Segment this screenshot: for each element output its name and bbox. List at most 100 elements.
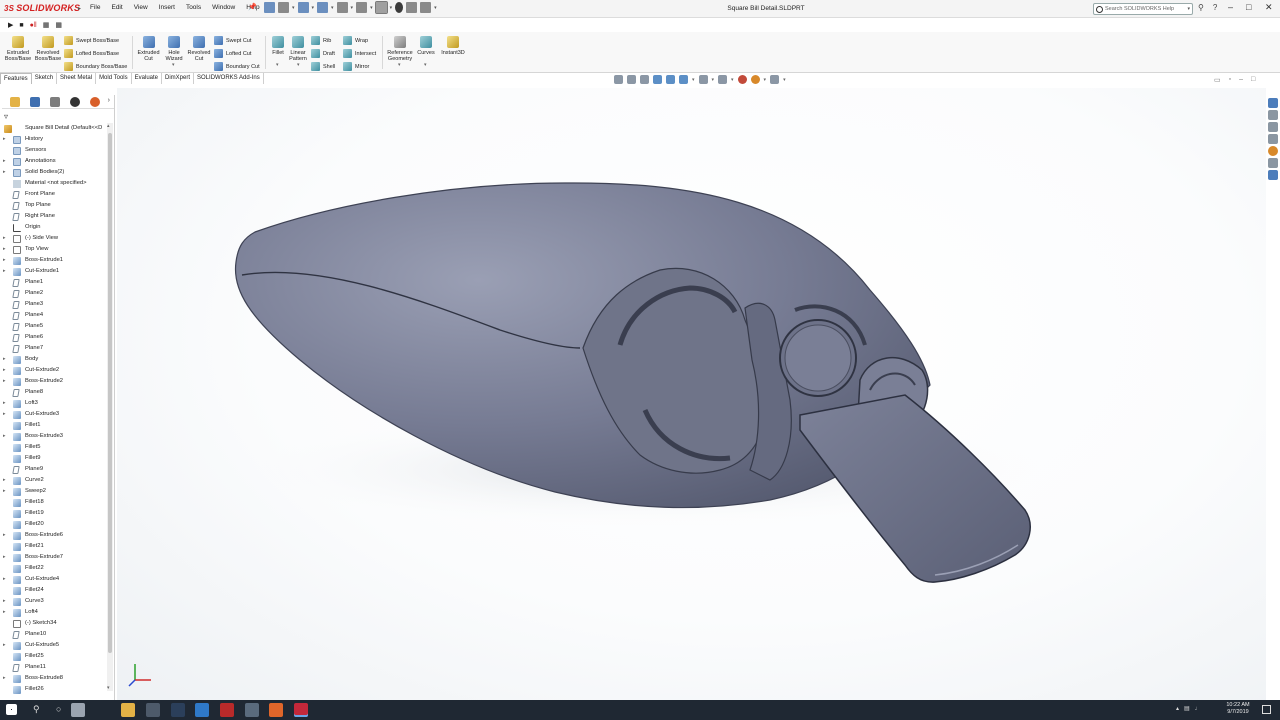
chevron-down-icon[interactable]: ▾: [390, 5, 393, 11]
draft-button[interactable]: Draft: [311, 49, 335, 58]
minimize-document-icon[interactable]: –: [1239, 76, 1243, 84]
calculator-icon[interactable]: [146, 703, 160, 717]
tree-item-top-view[interactable]: ▸ Top View: [0, 244, 106, 255]
appearances-scenes-icon[interactable]: [1268, 146, 1278, 156]
tree-item-plane7[interactable]: Plane7: [0, 343, 106, 354]
file-explorer-icon[interactable]: [1268, 122, 1278, 132]
tab-evaluate[interactable]: Evaluate: [132, 73, 162, 84]
action-center-icon[interactable]: [1262, 705, 1271, 714]
lofted-boss-base-button[interactable]: Lofted Boss/Base: [64, 49, 119, 58]
configuration-manager-tab-icon[interactable]: [50, 97, 60, 107]
curves-button[interactable]: Curves: [415, 36, 437, 56]
tree-item-front-plane[interactable]: Front Plane: [0, 189, 106, 200]
expand-arrow-icon[interactable]: ▸: [3, 431, 6, 442]
tab-dimxpert[interactable]: DimXpert: [162, 73, 195, 84]
menu-insert[interactable]: Insert: [159, 4, 175, 11]
chevron-down-icon[interactable]: ▾: [783, 77, 786, 83]
extruded-cut-button[interactable]: Extruded Cut: [135, 36, 162, 62]
search-icon[interactable]: ⚲: [33, 704, 40, 715]
tree-item-plane3[interactable]: Plane3: [0, 299, 106, 310]
chevron-down-icon[interactable]: ▾: [297, 62, 300, 68]
tab-sheet-metal[interactable]: Sheet Metal: [57, 73, 97, 84]
tree-item-cut-extrude1[interactable]: ▸ Cut-Extrude1: [0, 266, 106, 277]
tree-item-fillet25[interactable]: Fillet25: [0, 651, 106, 662]
expand-arrow-icon[interactable]: ▸: [3, 475, 6, 486]
tree-item-body[interactable]: ▸ Body: [0, 354, 106, 365]
open-folder-icon[interactable]: [297, 2, 309, 13]
view-orientation-icon[interactable]: [679, 75, 688, 84]
expand-arrow-icon[interactable]: ▸: [3, 530, 6, 541]
chevron-down-icon[interactable]: ▾: [424, 62, 427, 68]
home-icon[interactable]: [264, 2, 275, 13]
expand-arrow-icon[interactable]: ▸: [3, 233, 6, 244]
solidworks-logo[interactable]: 3S SOLIDWORKS: [4, 3, 80, 13]
tree-item-plane1[interactable]: Plane1: [0, 277, 106, 288]
display-manager-tab-icon[interactable]: [90, 97, 100, 107]
display-style-icon[interactable]: [698, 75, 708, 84]
tree-item-history[interactable]: ▸ History: [0, 134, 106, 145]
swept-boss-base-button[interactable]: Swept Boss/Base: [64, 36, 119, 45]
menu-tools[interactable]: Tools: [186, 4, 201, 11]
tree-item-fillet1[interactable]: Fillet1: [0, 420, 106, 431]
hole-wizard-button[interactable]: Hole Wizard: [162, 36, 186, 62]
expand-arrow-icon[interactable]: ▸: [3, 376, 6, 387]
tree-item-sketch34[interactable]: (-) Sketch34: [0, 618, 106, 629]
search-help-field[interactable]: Search SOLIDWORKS Help ▾: [1093, 3, 1193, 15]
tree-item-plane6[interactable]: Plane6: [0, 332, 106, 343]
lure-3d-model[interactable]: [117, 88, 1266, 700]
scroll-up-icon[interactable]: ▴: [107, 123, 110, 129]
chevron-down-icon[interactable]: ▾: [331, 5, 334, 11]
macro-edit-icon[interactable]: ▦: [43, 21, 50, 29]
task-view-icon[interactable]: [71, 703, 85, 717]
chevron-down-icon[interactable]: ▾: [764, 77, 767, 83]
tree-item-fillet20[interactable]: Fillet20: [0, 519, 106, 530]
solidworks-resources-icon[interactable]: [1268, 98, 1278, 108]
zoom-to-area-icon[interactable]: [627, 75, 636, 84]
graphics-area[interactable]: [117, 88, 1266, 700]
snip-icon[interactable]: [195, 703, 209, 717]
minimize-window-button[interactable]: –: [1228, 2, 1233, 12]
tree-item-loft4[interactable]: ▸ Loft4: [0, 607, 106, 618]
expand-arrow-icon[interactable]: ▸: [3, 596, 6, 607]
chevron-down-icon[interactable]: ▾: [351, 5, 354, 11]
expand-arrow-icon[interactable]: ▸: [3, 134, 6, 145]
tree-item-right-plane[interactable]: Right Plane: [0, 211, 106, 222]
scrollbar-thumb[interactable]: [108, 133, 112, 653]
tree-item-cut-extrude2[interactable]: ▸ Cut-Extrude2: [0, 365, 106, 376]
chevron-down-icon[interactable]: ▾: [292, 5, 295, 11]
revolved-boss-base-button[interactable]: Revolved Boss/Base: [34, 36, 62, 62]
expand-arrow-icon[interactable]: ▸: [3, 640, 6, 651]
tree-item-plane2[interactable]: Plane2: [0, 288, 106, 299]
solidworks-icon[interactable]: [294, 703, 308, 717]
chevron-down-icon[interactable]: ▾: [731, 77, 734, 83]
show-hidden-icons-icon[interactable]: ▴: [1176, 705, 1179, 712]
tree-item-sweep2[interactable]: ▸ Sweep2: [0, 486, 106, 497]
menu-window[interactable]: Window: [212, 4, 235, 11]
tab-sketch[interactable]: Sketch: [32, 73, 58, 84]
expand-arrow-icon[interactable]: ▸: [3, 255, 6, 266]
chevron-down-icon[interactable]: ▾: [276, 62, 279, 68]
tree-item-plane11[interactable]: Plane11: [0, 662, 106, 673]
game-icon[interactable]: [220, 703, 234, 717]
tree-item-boss-extrude7[interactable]: ▸ Boss-Extrude7: [0, 552, 106, 563]
shell-button[interactable]: Shell: [311, 62, 335, 71]
play-icon[interactable]: ▶: [8, 21, 13, 29]
section-view-icon[interactable]: [653, 75, 662, 84]
tree-item-fillet9[interactable]: Fillet9: [0, 453, 106, 464]
network-icon[interactable]: ▤: [1184, 705, 1190, 712]
tree-item-curve3[interactable]: ▸ Curve3: [0, 596, 106, 607]
volume-icon[interactable]: ♩: [1195, 706, 1201, 712]
tree-item-loft3[interactable]: ▸ Loft3: [0, 398, 106, 409]
tree-item-material-not-specified[interactable]: Material <not specified>: [0, 178, 106, 189]
property-manager-tab-icon[interactable]: [30, 97, 40, 107]
view-palette-icon[interactable]: [1268, 134, 1278, 144]
rebuild-traffic-light-icon[interactable]: [395, 2, 404, 13]
print-icon[interactable]: [336, 2, 348, 13]
tree-scrollbar[interactable]: ▴ ▾: [107, 123, 113, 691]
chevron-down-icon[interactable]: ▾: [172, 62, 175, 68]
help-question-icon[interactable]: ?: [1213, 3, 1217, 12]
tree-item-boss-extrude1[interactable]: ▸ Boss-Extrude1: [0, 255, 106, 266]
tree-item-cut-extrude5[interactable]: ▸ Cut-Extrude5: [0, 640, 106, 651]
taskbar-clock[interactable]: 10:22 AM 9/7/2019: [1222, 702, 1254, 716]
tree-item-plane5[interactable]: Plane5: [0, 321, 106, 332]
